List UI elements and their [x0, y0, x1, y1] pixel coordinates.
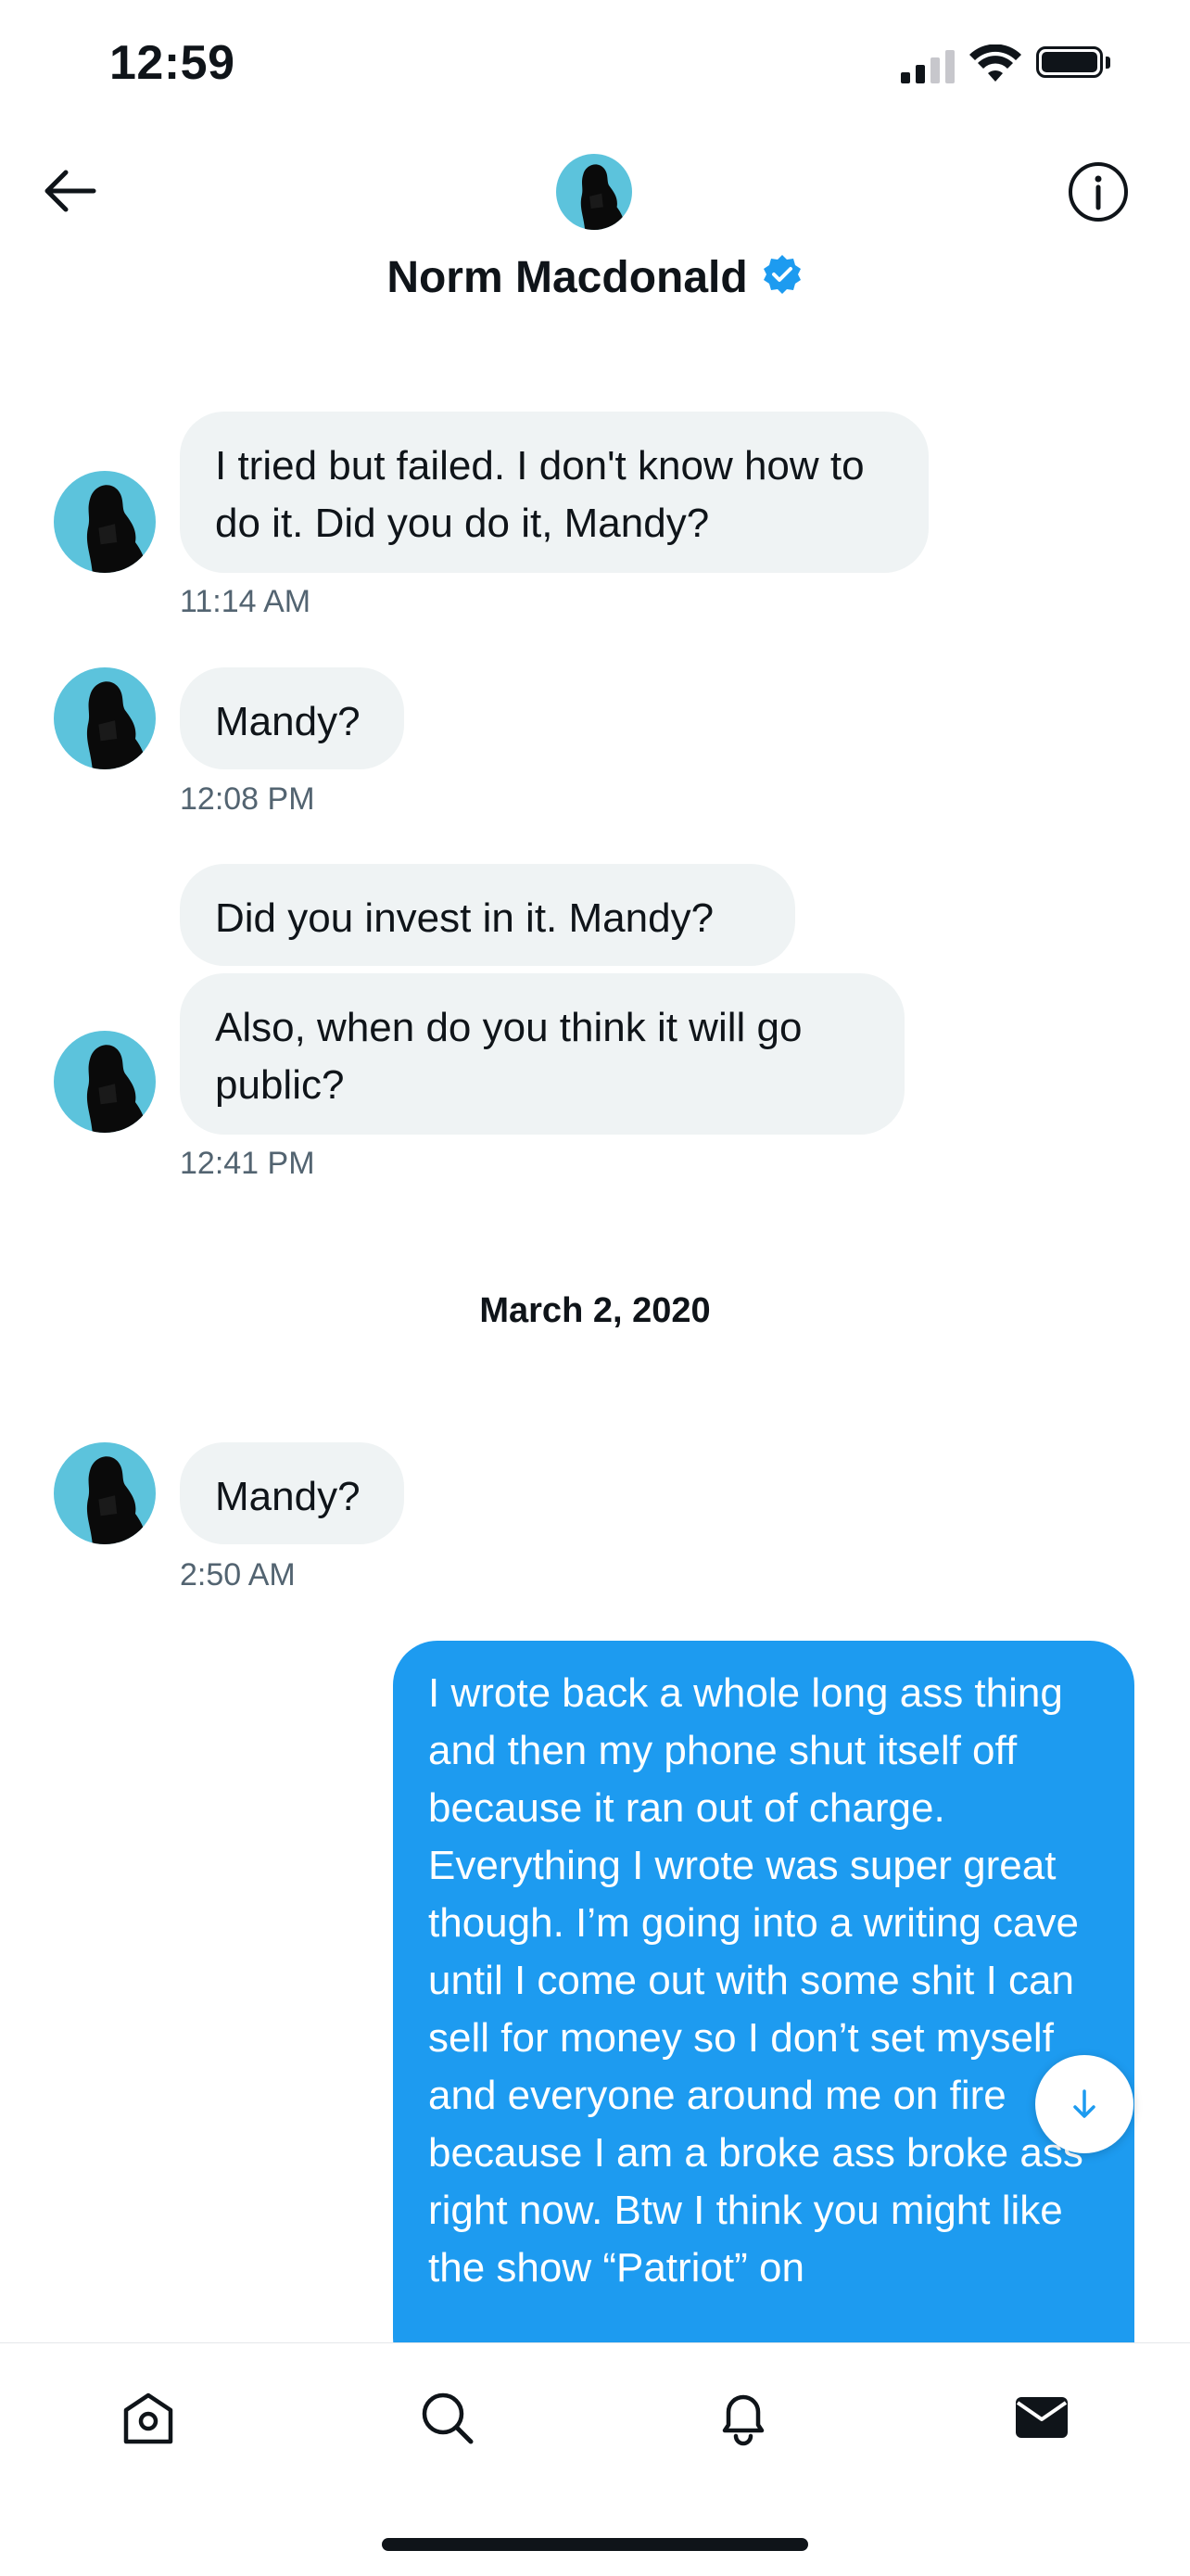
contact-name: Norm Macdonald [386, 253, 748, 302]
tab-search[interactable] [410, 2380, 484, 2455]
back-arrow-icon [44, 170, 96, 212]
battery-tip [1106, 57, 1110, 69]
date-separator: March 2, 2020 [479, 1291, 711, 1330]
mail-icon [1016, 2397, 1068, 2438]
incoming-message[interactable]: I tried but failed. I don't know how to … [180, 412, 929, 573]
back-button[interactable] [37, 163, 102, 219]
status-time: 12:59 [109, 36, 235, 90]
message-timestamp: 2:50 AM [180, 1557, 296, 1593]
sender-avatar[interactable] [54, 667, 156, 769]
bell-icon [722, 2394, 765, 2446]
battery-icon [1036, 46, 1103, 78]
incoming-message[interactable]: Also, when do you think it will go publi… [180, 973, 905, 1135]
incoming-message[interactable]: Did you invest in it. Mandy? [180, 864, 795, 966]
search-icon [422, 2392, 474, 2444]
conversation-info-button[interactable] [1068, 161, 1129, 222]
verified-badge-icon [761, 253, 804, 307]
message-timestamp: 12:08 PM [180, 781, 315, 817]
tab-messages[interactable] [1005, 2380, 1079, 2455]
outgoing-message[interactable]: I wrote back a whole long ass thing and … [393, 1641, 1134, 2382]
incoming-message[interactable]: Mandy? [180, 1442, 404, 1544]
sender-avatar[interactable] [54, 1031, 156, 1133]
header-avatar[interactable] [556, 154, 632, 230]
sender-avatar[interactable] [54, 1442, 156, 1544]
tab-home[interactable] [111, 2380, 185, 2455]
tab-notifications[interactable] [706, 2380, 780, 2455]
scroll-to-bottom-button[interactable] [1035, 2055, 1133, 2153]
message-timestamp: 11:14 AM [180, 584, 311, 619]
message-timestamp: 12:41 PM [180, 1146, 315, 1181]
incoming-message[interactable]: Mandy? [180, 667, 404, 769]
info-icon [1069, 162, 1128, 222]
home-indicator [382, 2538, 808, 2551]
cellular-signal-icon [901, 48, 955, 83]
home-icon [123, 2392, 173, 2444]
wifi-icon [969, 44, 1021, 88]
sender-avatar[interactable] [54, 471, 156, 573]
conversation-title[interactable]: Norm Macdonald [0, 252, 1190, 307]
arrow-down-icon [1073, 2089, 1095, 2118]
